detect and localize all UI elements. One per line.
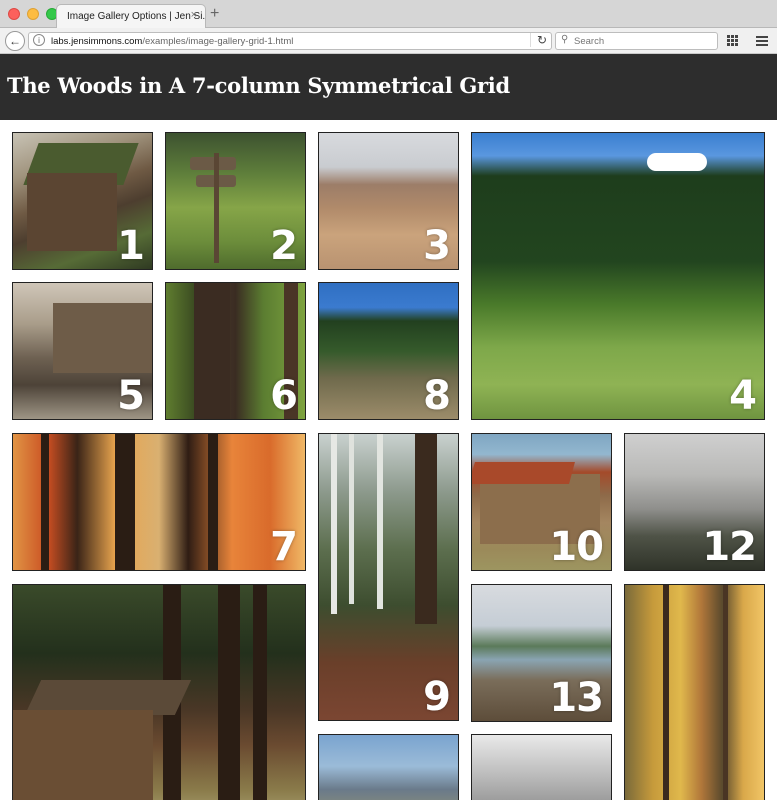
reload-icon[interactable]: ↻	[529, 33, 547, 47]
window-minimize-button[interactable]	[27, 8, 39, 20]
info-icon[interactable]: i	[33, 34, 45, 46]
gallery-image-6[interactable]: 6	[165, 282, 306, 420]
gallery-image-3[interactable]: 3	[318, 132, 459, 270]
image-number: 6	[270, 373, 298, 419]
search-box[interactable]: ⚲	[555, 32, 718, 50]
url-path: /examples/image-gallery-grid-1.html	[142, 36, 294, 47]
gallery-image-1[interactable]: 1	[12, 132, 153, 270]
image-gallery: 1 2 3 4 5 6 8 7 9 10 12 13	[0, 120, 777, 800]
new-tab-button[interactable]: +	[210, 5, 219, 23]
image-number: 13	[549, 675, 604, 721]
image-number: 10	[549, 524, 604, 570]
gallery-image-13[interactable]: 13	[471, 584, 612, 722]
tab-close-icon[interactable]: ×	[191, 9, 197, 21]
grid-icon[interactable]	[727, 35, 738, 46]
window-close-button[interactable]	[8, 8, 20, 20]
image-number: 1	[117, 223, 145, 269]
gallery-image-10[interactable]: 10	[471, 433, 612, 571]
image-number: 8	[423, 373, 451, 419]
gallery-image-2[interactable]: 2	[165, 132, 306, 270]
gallery-image-16[interactable]	[471, 734, 612, 800]
browser-tab-bar: Image Gallery Options | Jen Si... × +	[0, 0, 777, 28]
menu-icon[interactable]	[756, 36, 768, 48]
gallery-image-12[interactable]: 12	[624, 433, 765, 571]
browser-nav-bar: ← i labs.jensimmons.com/examples/image-g…	[0, 28, 777, 54]
gallery-image-9[interactable]: 9	[318, 433, 459, 721]
browser-tab[interactable]: Image Gallery Options | Jen Si... ×	[56, 4, 206, 28]
page-header: The Woods in A 7-column Symmetrical Grid	[0, 54, 777, 120]
gallery-image-8[interactable]: 8	[318, 282, 459, 420]
url-bar[interactable]: i labs.jensimmons.com/examples/image-gal…	[28, 32, 552, 50]
tab-title: Image Gallery Options | Jen Si...	[67, 11, 206, 22]
image-number: 4	[729, 373, 757, 419]
page-title: The Woods in A 7-column Symmetrical Grid	[7, 73, 510, 98]
image-number: 5	[117, 373, 145, 419]
gallery-image-15[interactable]	[318, 734, 459, 800]
gallery-image-14[interactable]	[624, 584, 765, 800]
gallery-image-5[interactable]: 5	[12, 282, 153, 420]
image-number: 9	[423, 674, 451, 720]
gallery-image-11[interactable]	[12, 584, 306, 800]
back-arrow-icon[interactable]: ←	[5, 31, 25, 51]
gallery-image-4[interactable]: 4	[471, 132, 765, 420]
image-number: 3	[423, 223, 451, 269]
search-icon: ⚲	[561, 34, 569, 45]
url-host: labs.jensimmons.com	[51, 36, 143, 47]
image-number: 2	[270, 223, 298, 269]
image-number: 7	[270, 524, 298, 570]
url-text: labs.jensimmons.com/examples/image-galle…	[51, 36, 293, 47]
gallery-image-7[interactable]: 7	[12, 433, 306, 571]
image-number: 12	[702, 524, 757, 570]
search-input[interactable]	[574, 35, 714, 48]
